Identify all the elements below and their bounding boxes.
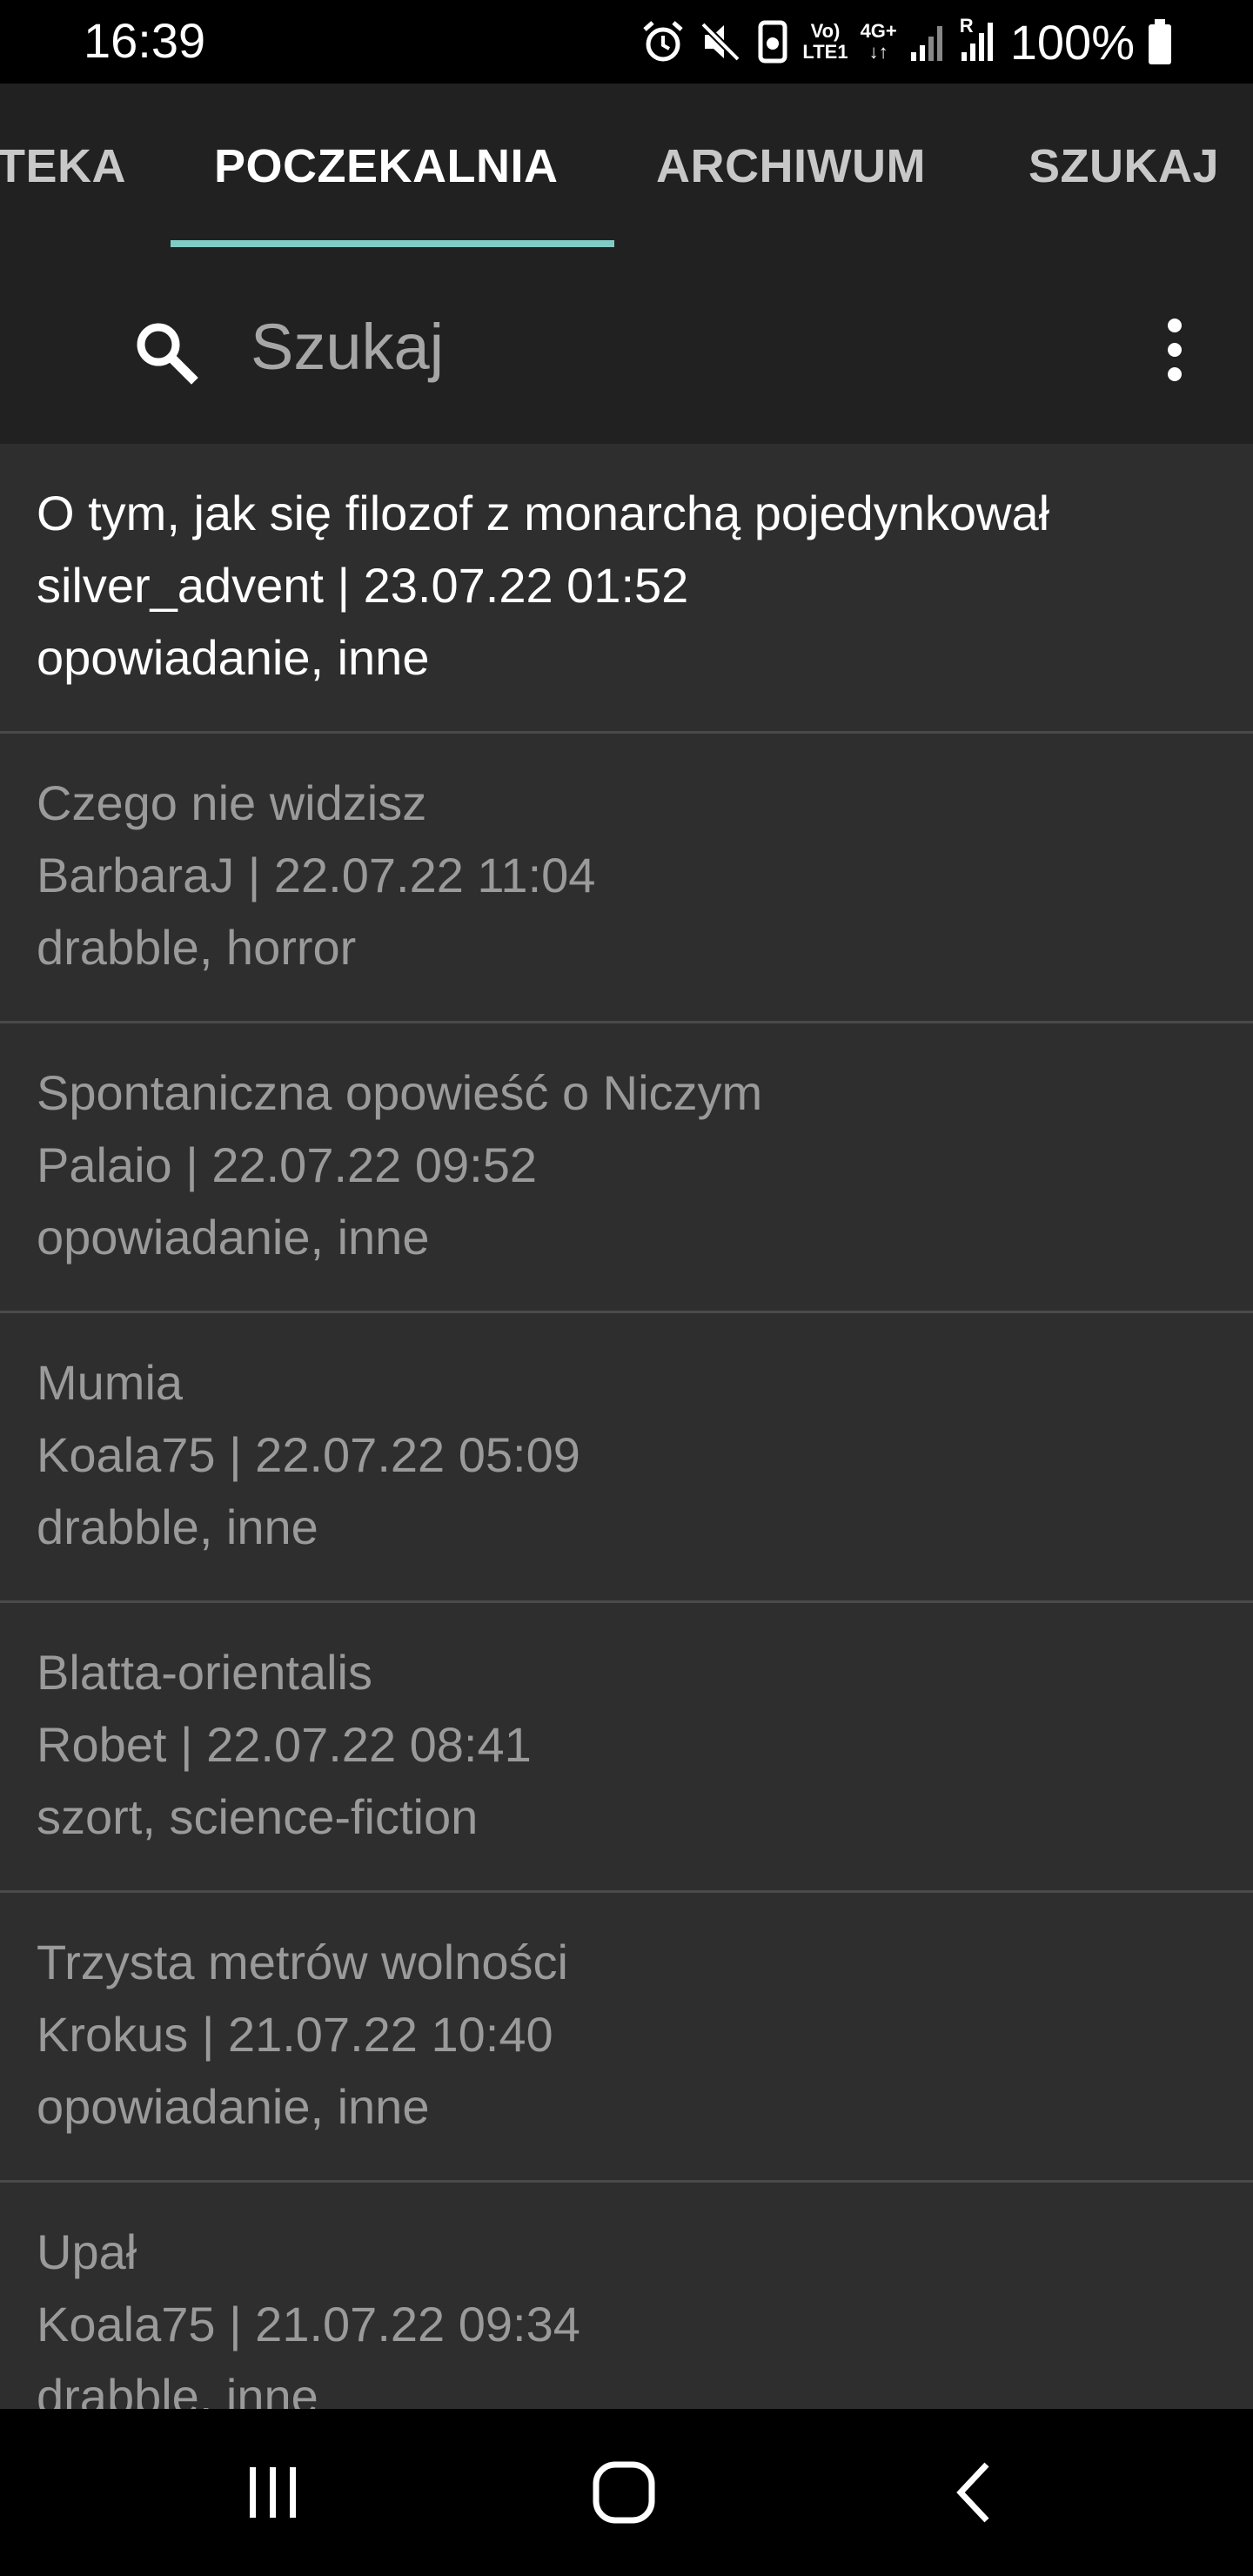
story-tags: opowiadanie, inne: [37, 1210, 430, 1265]
story-meta: Krokus | 21.07.22 10:40: [37, 2007, 553, 2062]
home-button[interactable]: [519, 2409, 728, 2576]
story-meta: Koala75 | 22.07.22 05:09: [37, 1427, 580, 1482]
story-item[interactable]: Czego nie widzisz BarbaraJ | 22.07.22 11…: [0, 734, 1253, 1023]
roaming-signal: R: [960, 16, 998, 64]
tab-teka[interactable]: TEKA: [0, 139, 126, 193]
search-input[interactable]: [251, 303, 1034, 390]
story-title: Blatta-orientalis: [37, 1645, 372, 1700]
story-tags: drabble, inne: [37, 1499, 318, 1554]
search-icon[interactable]: [131, 317, 200, 386]
recents-button[interactable]: [169, 2409, 378, 2576]
network-type-indicator: 4G+ ↓↑: [860, 20, 897, 63]
story-tags: drabble, horror: [37, 920, 357, 975]
story-tags: drabble, inne: [37, 2369, 318, 2409]
story-tags: szort, science-fiction: [37, 1789, 479, 1844]
status-bar: 16:39 Vo) LTE1 4G+ ↓↑ R 100%: [0, 0, 1253, 84]
navigation-bar: [0, 2409, 1253, 2576]
story-meta: Robet | 22.07.22 08:41: [37, 1717, 532, 1772]
story-item[interactable]: Blatta-orientalis Robet | 22.07.22 08:41…: [0, 1603, 1253, 1893]
story-meta: BarbaraJ | 22.07.22 11:04: [37, 848, 596, 902]
signal-icon: [910, 26, 942, 61]
data-saver-icon: [758, 20, 787, 64]
story-meta: silver_advent | 23.07.22 01:52: [37, 558, 689, 613]
mute-icon: [700, 22, 741, 62]
story-title: O tym, jak się filozof z monarchą pojedy…: [37, 486, 1050, 540]
active-tab-indicator: [171, 240, 614, 247]
status-time: 16:39: [84, 13, 206, 68]
tab-archiwum[interactable]: ARCHIWUM: [656, 139, 926, 193]
volte-indicator: Vo) LTE1: [802, 20, 848, 63]
back-button[interactable]: [870, 2409, 1079, 2576]
story-item[interactable]: Upał Koala75 | 21.07.22 09:34 drabble, i…: [0, 2183, 1253, 2409]
battery-percent: 100%: [1009, 14, 1135, 70]
alarm-icon: [643, 21, 684, 62]
story-meta: Koala75 | 21.07.22 09:34: [37, 2297, 580, 2351]
back-icon: [956, 2462, 989, 2523]
status-icons: Vo) LTE1 4G+ ↓↑ R 100%: [640, 9, 1173, 75]
story-tags: opowiadanie, inne: [37, 630, 430, 685]
tab-bar: TEKA POCZEKALNIA ARCHIWUM SZUKAJ: [0, 84, 1253, 251]
story-tags: opowiadanie, inne: [37, 2079, 430, 2134]
home-icon: [593, 2461, 655, 2524]
story-meta: Palaio | 22.07.22 09:52: [37, 1137, 538, 1192]
story-item[interactable]: Spontaniczna opowieść o Niczym Palaio | …: [0, 1023, 1253, 1313]
story-title: Trzysta metrów wolności: [37, 1935, 568, 1989]
tab-poczekalnia[interactable]: POCZEKALNIA: [214, 139, 559, 193]
story-list: O tym, jak się filozof z monarchą pojedy…: [0, 444, 1253, 2409]
recents-icon: [250, 2467, 296, 2518]
story-title: Spontaniczna opowieść o Niczym: [37, 1065, 763, 1120]
story-title: Mumia: [37, 1355, 184, 1410]
tab-szukaj[interactable]: SZUKAJ: [1029, 139, 1219, 193]
story-item[interactable]: O tym, jak się filozof z monarchą pojedy…: [0, 444, 1253, 734]
story-item[interactable]: Mumia Koala75 | 22.07.22 05:09 drabble, …: [0, 1313, 1253, 1603]
story-title: Upał: [37, 2224, 137, 2279]
more-vert-icon[interactable]: [1149, 315, 1201, 385]
story-item[interactable]: Trzysta metrów wolności Krokus | 21.07.2…: [0, 1893, 1253, 2183]
search-bar: [0, 251, 1253, 444]
battery-icon: [1149, 19, 1171, 64]
story-title: Czego nie widzisz: [37, 775, 427, 830]
